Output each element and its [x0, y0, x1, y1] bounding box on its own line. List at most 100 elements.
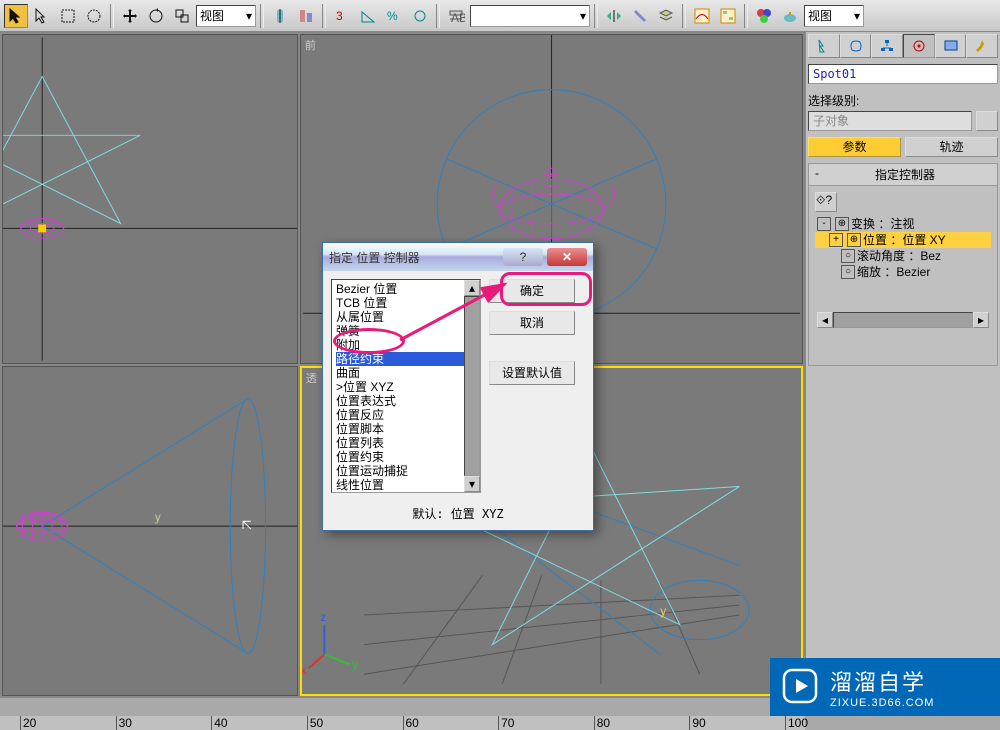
controller-list-item[interactable]: Bezier 位置 — [336, 282, 476, 296]
marquee-rect-icon[interactable] — [56, 4, 80, 28]
controller-list-item[interactable]: 弹簧 — [336, 324, 476, 338]
controller-list-item[interactable]: 位置约束 — [336, 450, 476, 464]
schematic-icon[interactable] — [716, 4, 740, 28]
scale-tool-icon[interactable] — [170, 4, 194, 28]
percent-snap-icon[interactable]: % — [382, 4, 406, 28]
controller-list-item[interactable]: 曲面 — [336, 366, 476, 380]
dialog-close-icon[interactable]: ✕ — [547, 248, 587, 266]
svg-text:z: z — [320, 610, 326, 624]
ruler-tick: 50 — [307, 716, 323, 730]
scroll-left-icon[interactable]: ◂ — [817, 312, 833, 328]
render-view-value: 视图 — [808, 7, 832, 24]
material-icon[interactable] — [752, 4, 776, 28]
svg-text:y: y — [660, 604, 666, 618]
coord-system-value: 视图 — [200, 7, 224, 24]
spinner-snap-icon[interactable] — [408, 4, 432, 28]
move-tool-icon[interactable] — [118, 4, 142, 28]
dialog-title: 指定 位置 控制器 — [329, 249, 499, 266]
watermark-brand: 溜溜自学 — [830, 665, 934, 697]
mirror-icon[interactable] — [268, 4, 292, 28]
ok-button[interactable]: 确定 — [489, 279, 575, 303]
controller-list-item[interactable]: 音频位置 — [336, 492, 476, 493]
ruler-tick: 70 — [498, 716, 514, 730]
cancel-button[interactable]: 取消 — [489, 311, 575, 335]
watermark-play-icon — [780, 666, 820, 709]
tracks-button[interactable]: 轨迹 — [905, 137, 998, 157]
utilities-tab[interactable] — [966, 34, 998, 58]
dialog-default-label: 默认: 位置 XYZ — [323, 501, 593, 530]
controller-list-item[interactable]: 线性位置 — [336, 478, 476, 492]
dialog-titlebar[interactable]: 指定 位置 控制器 ? ✕ — [323, 243, 593, 271]
render-icon[interactable] — [778, 4, 802, 28]
ruler-tick: 20 — [20, 716, 36, 730]
ruler-tick: 30 — [116, 716, 132, 730]
controller-list-item[interactable]: 位置反应 — [336, 408, 476, 422]
selection-level-label: 选择级别: — [808, 92, 998, 109]
assign-position-controller-dialog: 指定 位置 控制器 ? ✕ Bezier 位置TCB 位置从属位置弹簧附加路径约… — [322, 242, 594, 531]
params-button[interactable]: 参数 — [808, 137, 901, 157]
named-sel-dropdown[interactable]: ▾ — [470, 5, 590, 27]
viewport-label: 透 — [306, 370, 317, 386]
snap-toggle-icon[interactable]: 3 — [330, 4, 354, 28]
set-default-button[interactable]: 设置默认值 — [489, 361, 575, 385]
command-panel: 选择级别: 子对象 参数 轨迹 -指定控制器 ⟐? -⊕变换 ：注视 +⊕位置 … — [805, 32, 1000, 698]
curve-editor-icon[interactable] — [690, 4, 714, 28]
object-name-input[interactable] — [808, 64, 998, 84]
watermark: 溜溜自学 ZIXUE.3D66.COM — [770, 658, 1000, 716]
rotate-tool-icon[interactable] — [144, 4, 168, 28]
controller-list-item[interactable]: 位置脚本 — [336, 422, 476, 436]
coord-system-dropdown[interactable]: 视图▾ — [196, 5, 256, 27]
scroll-up-icon[interactable]: ▴ — [464, 280, 480, 296]
listbox-scroll-track[interactable] — [464, 296, 480, 476]
arrow-alt-icon[interactable] — [30, 4, 54, 28]
ruler-tick: 40 — [211, 716, 227, 730]
marquee-circle-icon[interactable] — [82, 4, 106, 28]
sub-object-dropdown[interactable]: 子对象 — [808, 111, 972, 131]
controller-list-item[interactable]: >位置 XYZ — [336, 380, 476, 394]
scroll-down-icon[interactable]: ▾ — [464, 476, 480, 492]
assign-controller-icon-button[interactable]: ⟐? — [815, 192, 837, 212]
assign-controller-header[interactable]: -指定控制器 — [808, 163, 998, 186]
watermark-url: ZIXUE.3D66.COM — [830, 697, 934, 709]
controller-list-item[interactable]: 位置表达式 — [336, 394, 476, 408]
viewport-left[interactable]: y — [2, 366, 298, 696]
create-tab[interactable] — [808, 34, 840, 58]
command-tabs — [808, 34, 998, 60]
svg-text:x: x — [302, 663, 307, 677]
ruler-tick: 100 — [785, 716, 808, 730]
mirror2-icon[interactable] — [602, 4, 626, 28]
controller-list-item[interactable]: 位置运动捕捉 — [336, 464, 476, 478]
controller-list-item[interactable]: 附加 — [336, 338, 476, 352]
timeline-ruler[interactable]: 20 30 40 50 60 70 80 90 100 — [0, 716, 805, 730]
controller-list-item[interactable]: 路径约束 — [336, 352, 476, 366]
ruler-tick: 90 — [689, 716, 705, 730]
named-sel-icon[interactable]: ABC — [444, 4, 468, 28]
viewport-top[interactable] — [2, 34, 298, 364]
layers-icon[interactable] — [654, 4, 678, 28]
scroll-track[interactable] — [833, 312, 973, 328]
controller-list-item[interactable]: TCB 位置 — [336, 296, 476, 310]
display-tab[interactable] — [935, 34, 967, 58]
modify-tab[interactable] — [840, 34, 872, 58]
motion-tab[interactable] — [903, 34, 935, 58]
svg-text:y: y — [155, 511, 161, 524]
sub-object-options[interactable] — [976, 111, 998, 131]
select-tool-icon[interactable] — [4, 4, 28, 28]
hierarchy-tab[interactable] — [871, 34, 903, 58]
assign-controller-body: ⟐? -⊕变换 ：注视 +⊕位置 ：位置 XY ○滚动角度 ：Bez ○缩放 ：… — [808, 186, 998, 366]
dialog-help-icon[interactable]: ? — [503, 248, 543, 266]
viewport-label: 前 — [305, 37, 316, 53]
ruler-tick: 60 — [403, 716, 419, 730]
controller-list-item[interactable]: 位置列表 — [336, 436, 476, 450]
align-icon[interactable] — [294, 4, 318, 28]
render-view-dropdown[interactable]: 视图▾ — [804, 5, 864, 27]
angle-snap-icon[interactable] — [356, 4, 380, 28]
controller-list-item[interactable]: 从属位置 — [336, 310, 476, 324]
controller-tree[interactable]: -⊕变换 ：注视 +⊕位置 ：位置 XY ○滚动角度 ：Bez ○缩放 ：Bez… — [813, 214, 993, 282]
align2-icon[interactable] — [628, 4, 652, 28]
ruler-tick: 80 — [594, 716, 610, 730]
scroll-right-icon[interactable]: ▸ — [973, 312, 989, 328]
main-toolbar: 视图▾ 3 % ABC ▾ 视图▾ — [0, 0, 1000, 32]
controller-list[interactable]: Bezier 位置TCB 位置从属位置弹簧附加路径约束曲面>位置 XYZ位置表达… — [331, 279, 481, 493]
svg-text:3: 3 — [336, 9, 343, 23]
